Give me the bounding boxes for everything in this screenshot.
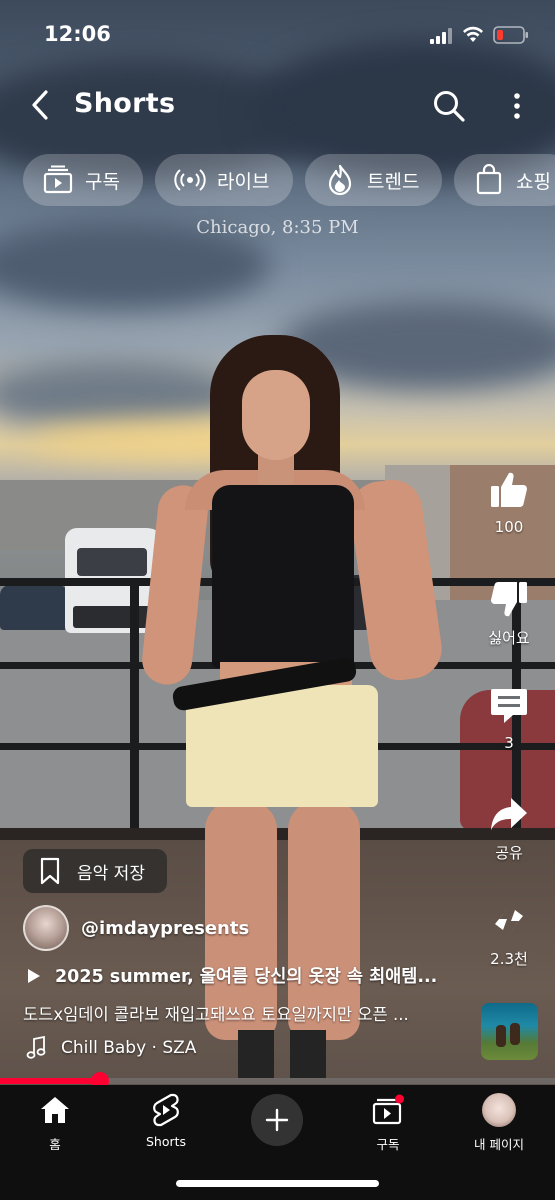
signal-icon — [430, 28, 452, 44]
chip-label: 구독 — [85, 170, 120, 193]
shorts-header: Shorts — [0, 82, 555, 128]
home-indicator — [176, 1180, 379, 1187]
channel-info[interactable]: @imdaypresents — [23, 905, 249, 951]
remix-icon — [495, 902, 523, 938]
like-count: 100 — [494, 518, 524, 536]
chevron-left-icon — [32, 90, 48, 120]
thumbs-up-icon — [491, 472, 527, 507]
video-progress-bar[interactable] — [0, 1072, 555, 1090]
comments-button[interactable]: 3 — [469, 684, 549, 752]
save-music-label: 음악 저장 — [77, 863, 145, 884]
subscriptions-icon — [372, 1094, 404, 1125]
video-description[interactable]: 도드x임데이 콜라보 재입고돼쓰요 토요일까지만 오픈 ... — [23, 1001, 409, 1025]
status-time: 12:06 — [44, 22, 111, 46]
chip-label: 라이브 — [217, 170, 270, 193]
video-title-text: 2025 summer, 올여름 당신의 옷장 속 최애템... — [55, 967, 438, 987]
music-label: Chill Baby · SZA — [61, 1038, 197, 1058]
nav-subscriptions-label: 구독 — [376, 1137, 400, 1152]
dislike-button[interactable]: 싫어요 — [469, 577, 549, 648]
thumbs-down-icon — [491, 582, 527, 617]
create-button[interactable] — [251, 1094, 303, 1146]
trending-flame-icon — [323, 163, 357, 197]
person-top — [212, 485, 354, 668]
album-figure — [510, 1023, 520, 1045]
chip-subscriptions[interactable]: 구독 — [23, 154, 143, 206]
shorts-icon — [153, 1093, 179, 1127]
chip-live[interactable]: 라이브 — [155, 154, 293, 206]
share-button[interactable]: 공유 — [469, 792, 549, 863]
video-title[interactable]: 2025 summer, 올여름 당신의 옷장 속 최애템... — [27, 963, 437, 988]
search-icon — [434, 91, 465, 122]
subscriptions-icon — [41, 163, 75, 197]
shopping-bag-icon — [472, 163, 506, 197]
nav-home[interactable]: 홈 — [5, 1093, 105, 1153]
chip-trending[interactable]: 트렌드 — [305, 154, 442, 206]
album-art-thumbnail[interactable] — [481, 1003, 538, 1060]
comment-icon — [491, 689, 527, 723]
live-icon — [173, 163, 207, 197]
back-button[interactable] — [26, 86, 56, 124]
person-sock — [238, 1030, 274, 1078]
chip-label: 트렌드 — [367, 170, 420, 193]
profile-avatar — [482, 1093, 516, 1127]
share-label: 공유 — [495, 844, 523, 862]
nav-shorts-label: Shorts — [145, 1134, 187, 1149]
railing-post — [130, 578, 139, 838]
remix-button[interactable]: 2.3천 — [469, 898, 549, 969]
search-button[interactable] — [430, 87, 468, 125]
music-note-icon — [25, 1036, 47, 1060]
save-music-button[interactable]: 음악 저장 — [23, 849, 167, 893]
dislike-label: 싫어요 — [488, 629, 530, 647]
chip-shopping[interactable]: 쇼핑 — [454, 154, 555, 206]
album-figure — [496, 1025, 506, 1047]
music-link[interactable]: Chill Baby · SZA — [25, 1036, 196, 1060]
video-watermark: Chicago, 8:35 PM — [196, 217, 359, 238]
bookmark-icon — [39, 857, 61, 885]
nav-my-page-label: 내 페이지 — [474, 1137, 524, 1152]
share-arrow-icon — [491, 798, 527, 830]
nav-subscriptions[interactable]: 구독 — [338, 1093, 438, 1153]
like-button[interactable]: 100 — [469, 468, 549, 536]
more-vertical-icon — [514, 93, 520, 119]
nav-shorts[interactable]: Shorts — [116, 1093, 216, 1149]
play-icon — [28, 968, 40, 983]
more-options-button[interactable] — [506, 88, 528, 124]
chip-label: 쇼핑 — [516, 170, 551, 193]
wifi-icon — [463, 26, 483, 42]
progress-fill — [0, 1078, 100, 1084]
filter-chips: 구독 라이브 트렌드 쇼핑 — [0, 154, 555, 206]
parked-car — [0, 585, 68, 630]
person-sock — [290, 1030, 326, 1078]
plus-icon — [265, 1108, 289, 1132]
comment-count: 3 — [504, 734, 514, 752]
nav-my-page[interactable]: 내 페이지 — [449, 1093, 549, 1153]
home-icon — [41, 1097, 69, 1123]
page-title: Shorts — [74, 88, 176, 119]
remix-count: 2.3천 — [490, 950, 528, 968]
nav-home-label: 홈 — [49, 1137, 61, 1152]
battery-icon — [493, 26, 528, 44]
channel-handle[interactable]: @imdaypresents — [81, 918, 249, 939]
person-face — [242, 370, 310, 460]
status-bar: 12:06 — [0, 0, 555, 60]
channel-avatar[interactable] — [23, 905, 69, 951]
